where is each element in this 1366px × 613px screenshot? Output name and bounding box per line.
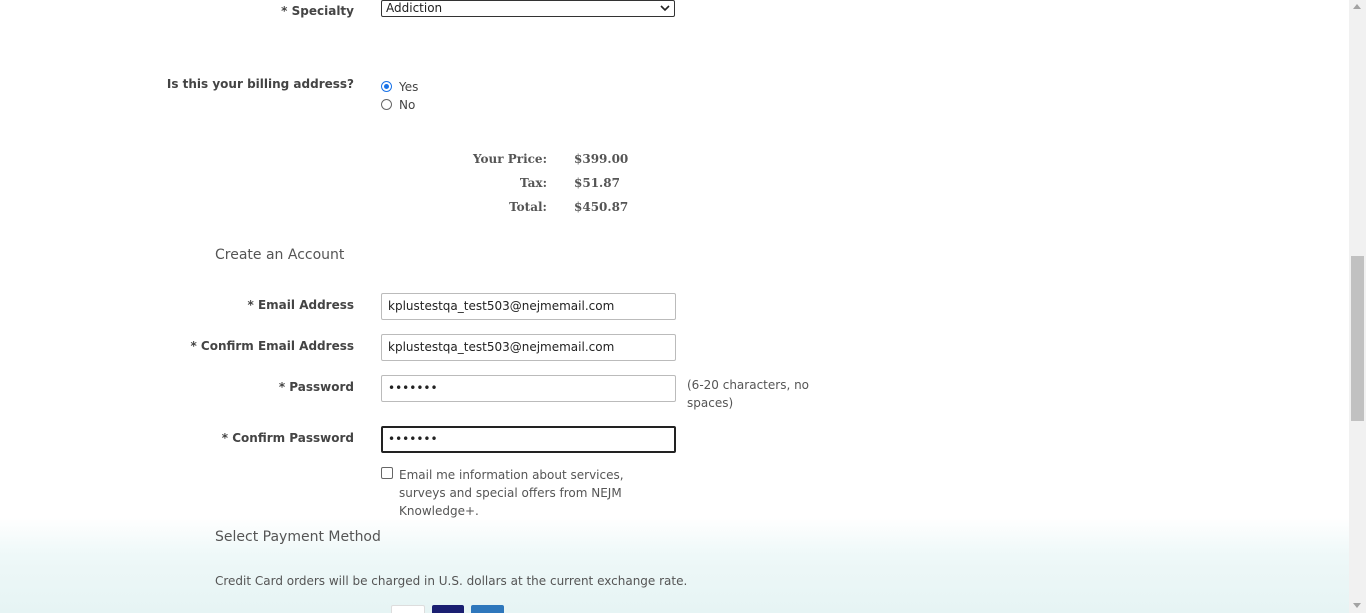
chevron-down-icon xyxy=(660,5,670,12)
password-field[interactable]: ••••••• xyxy=(381,375,676,402)
scroll-up-arrow-icon[interactable] xyxy=(1353,4,1361,9)
your-price-value: $399.00 xyxy=(574,152,629,166)
payment-note: Credit Card orders will be charged in U.… xyxy=(215,574,688,588)
billing-no-radio[interactable] xyxy=(381,99,392,110)
password-hint: (6-20 characters, no spaces) xyxy=(687,378,810,410)
confirm-email-label: * Confirm Email Address xyxy=(190,339,354,353)
tax-value: $51.87 xyxy=(574,176,620,190)
total-value: $450.87 xyxy=(574,200,629,214)
email-field[interactable]: kplustestqa_test503@nejmemail.com xyxy=(381,293,676,320)
newsletter-label[interactable]: Email me information about services, sur… xyxy=(399,466,669,520)
billing-yes-label[interactable]: Yes xyxy=(399,80,418,94)
create-account-title: Create an Account xyxy=(215,247,345,263)
payment-title: Select Payment Method xyxy=(215,529,381,545)
visa-icon[interactable] xyxy=(432,605,464,613)
page: * Specialty Addiction Is this your billi… xyxy=(0,0,1349,613)
amex-icon[interactable] xyxy=(471,605,504,613)
mastercard-icon[interactable] xyxy=(391,605,425,613)
billing-question: Is this your billing address? xyxy=(166,77,354,91)
newsletter-checkbox[interactable] xyxy=(381,467,393,479)
billing-yes-radio[interactable] xyxy=(381,81,392,92)
specialty-label: * Specialty xyxy=(281,4,354,18)
password-label: * Password xyxy=(278,380,354,394)
specialty-select-value: Addiction xyxy=(386,1,443,15)
email-label: * Email Address xyxy=(247,298,354,312)
specialty-select[interactable]: Addiction xyxy=(381,0,675,17)
scroll-down-arrow-icon[interactable] xyxy=(1353,603,1361,608)
tax-label: Tax: xyxy=(519,176,547,190)
billing-no-label[interactable]: No xyxy=(399,98,415,112)
payment-section-background xyxy=(0,518,1349,613)
total-label: Total: xyxy=(509,200,547,214)
confirm-password-label: * Confirm Password xyxy=(221,431,354,445)
your-price-label: Your Price: xyxy=(472,152,547,166)
scrollbar-thumb[interactable] xyxy=(1351,256,1364,421)
confirm-email-field[interactable]: kplustestqa_test503@nejmemail.com xyxy=(381,334,676,361)
confirm-password-field[interactable]: ••••••• xyxy=(381,426,676,453)
